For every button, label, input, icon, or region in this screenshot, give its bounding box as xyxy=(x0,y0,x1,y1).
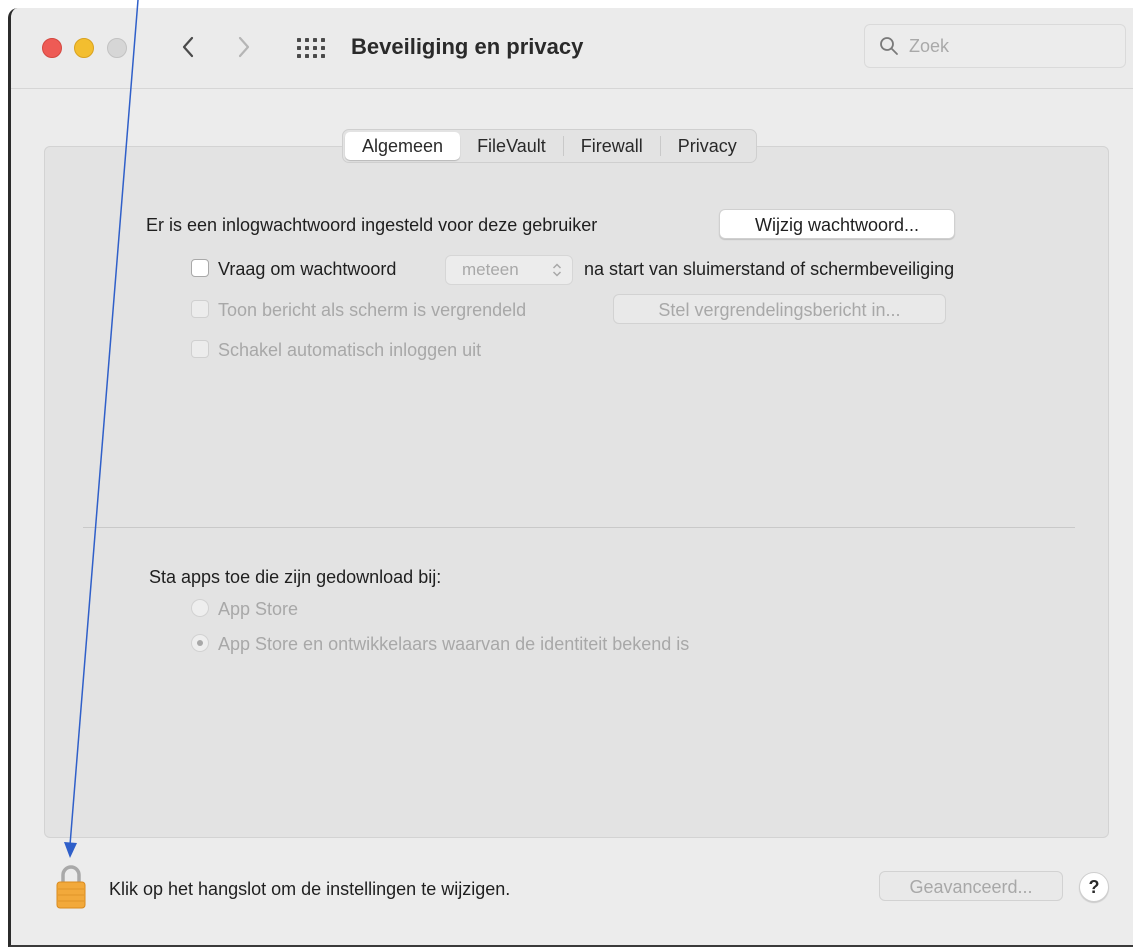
login-password-text: Er is een inlogwachtwoord ingesteld voor… xyxy=(146,215,598,235)
disable-auto-login-label: Schakel automatisch inloggen uit xyxy=(218,340,482,360)
require-password-delay-select[interactable]: meteen xyxy=(445,255,573,285)
change-password-button[interactable]: Wijzig wachtwoord... xyxy=(719,209,955,239)
section-divider xyxy=(83,527,1075,528)
radio-app-store-identified-label: App Store en ontwikkelaars waarvan de id… xyxy=(218,634,690,654)
preferences-window: Beveiliging en privacy Algemeen FileVaul… xyxy=(8,8,1133,947)
grid-icon[interactable] xyxy=(296,37,326,59)
radio-app-store-label: App Store xyxy=(218,599,299,619)
require-password-label: Vraag om wachtwoord xyxy=(218,259,397,279)
tab-privacy[interactable]: Privacy xyxy=(661,132,754,160)
search-field[interactable] xyxy=(864,24,1126,68)
chevron-up-down-icon xyxy=(552,263,562,277)
padlock-icon[interactable] xyxy=(56,863,86,909)
advanced-button[interactable]: Geavanceerd... xyxy=(879,871,1063,901)
close-button[interactable] xyxy=(42,38,62,58)
lock-instruction-text: Klik op het hangslot om de instellingen … xyxy=(109,879,511,899)
tab-filevault[interactable]: FileVault xyxy=(460,132,563,160)
show-message-label: Toon bericht als scherm is vergrendeld xyxy=(218,300,527,320)
disable-auto-login-checkbox[interactable] xyxy=(191,340,209,358)
chevron-left-icon xyxy=(182,36,194,58)
require-password-checkbox[interactable] xyxy=(191,259,209,277)
title-bar: Beveiliging en privacy xyxy=(11,8,1133,89)
downloads-heading: Sta apps toe die zijn gedownload bij: xyxy=(149,567,442,587)
window-title: Beveiliging en privacy xyxy=(351,34,584,59)
tab-bar: Algemeen FileVault Firewall Privacy xyxy=(342,129,757,163)
require-password-suffix: na start van sluimerstand of schermbevei… xyxy=(584,259,955,279)
radio-app-store[interactable] xyxy=(191,599,209,617)
radio-selected-dot xyxy=(197,640,203,646)
minimize-button[interactable] xyxy=(74,38,94,58)
radio-app-store-identified[interactable] xyxy=(191,634,209,652)
search-input[interactable] xyxy=(909,33,1109,59)
forward-button[interactable] xyxy=(229,32,259,62)
set-lock-message-button[interactable]: Stel vergrendelingsbericht in... xyxy=(613,294,946,324)
select-value: meteen xyxy=(462,260,519,279)
tab-content-panel xyxy=(44,146,1109,838)
zoom-button[interactable] xyxy=(107,38,127,58)
help-button[interactable]: ? xyxy=(1079,872,1109,902)
tab-firewall[interactable]: Firewall xyxy=(564,132,660,160)
tab-general[interactable]: Algemeen xyxy=(345,132,461,160)
back-button[interactable] xyxy=(173,32,203,62)
show-message-checkbox[interactable] xyxy=(191,300,209,318)
search-icon xyxy=(880,37,898,55)
chevron-right-icon xyxy=(238,36,250,58)
